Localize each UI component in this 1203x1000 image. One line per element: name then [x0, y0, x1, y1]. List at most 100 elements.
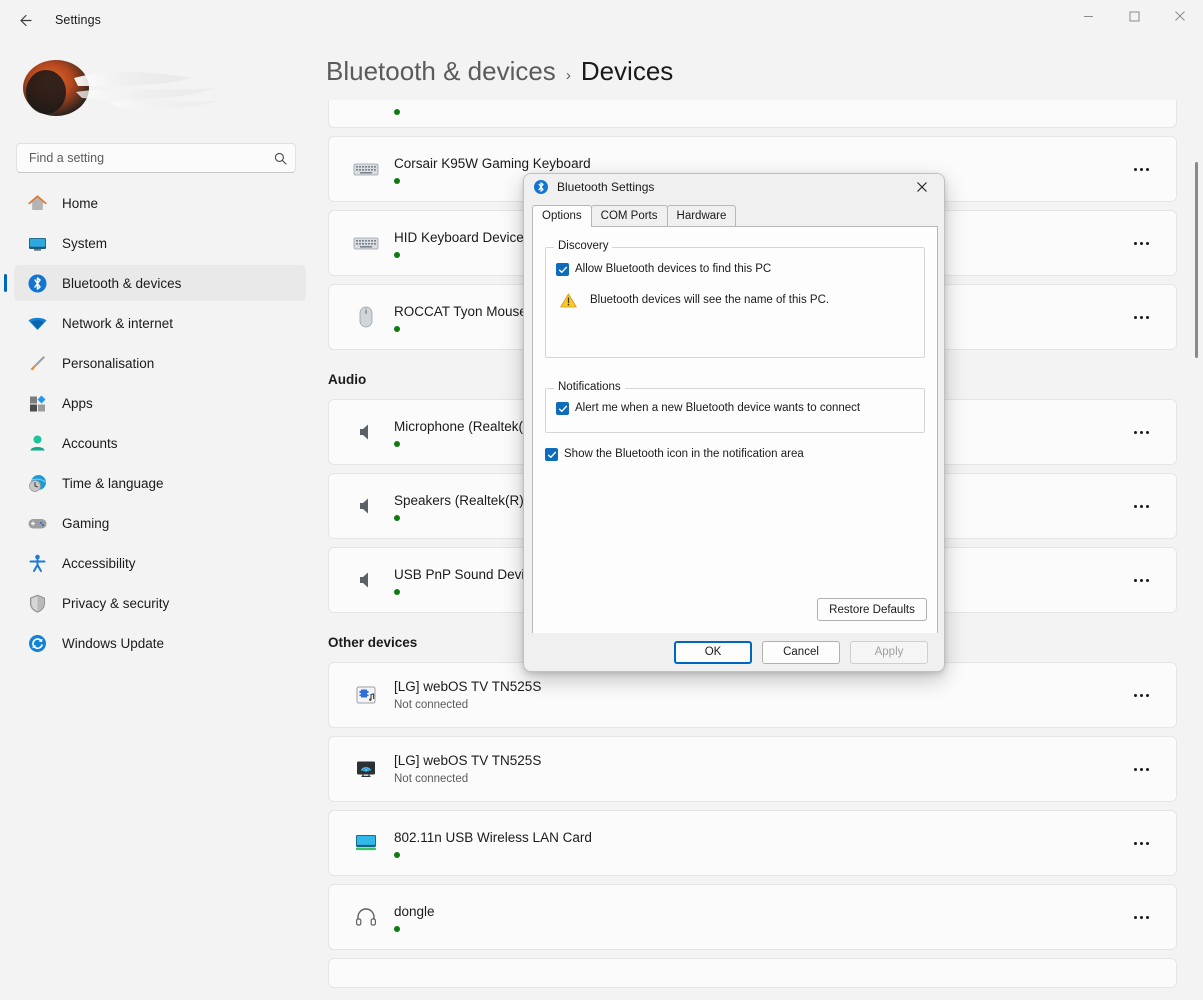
scrollbar-thumb[interactable] [1195, 162, 1198, 358]
checkbox-checked-icon[interactable] [556, 402, 569, 415]
sidebar-item-system[interactable]: System [14, 225, 306, 261]
sidebar: Home System [0, 40, 320, 1000]
status-dot-connected [394, 178, 400, 184]
sidebar-item-personalisation[interactable]: Personalisation [14, 345, 306, 381]
account-banner-art [16, 52, 246, 122]
sidebar-item-label: Personalisation [62, 356, 154, 371]
tab-com-ports[interactable]: COM Ports [591, 205, 668, 226]
device-more-options-button[interactable] [1124, 828, 1158, 858]
sidebar-item-network-and-internet[interactable]: Network & internet [14, 305, 306, 341]
ok-button[interactable]: OK [674, 641, 752, 664]
sidebar-item-accounts[interactable]: Accounts [14, 425, 306, 461]
headphones-icon [349, 906, 383, 928]
home-icon [26, 192, 48, 214]
sidebar-item-accessibility[interactable]: Accessibility [14, 545, 306, 581]
cancel-button[interactable]: Cancel [762, 641, 840, 664]
search-input[interactable] [29, 151, 274, 165]
minimize-button[interactable] [1065, 0, 1111, 32]
breadcrumb-parent[interactable]: Bluetooth & devices [326, 56, 556, 87]
sidebar-item-windows-update[interactable]: Windows Update [14, 625, 306, 661]
sidebar-item-label: Network & internet [62, 316, 173, 331]
show-bluetooth-icon-checkbox-row[interactable]: Show the Bluetooth icon in the notificat… [545, 447, 925, 462]
search-icon [274, 152, 287, 165]
restore-defaults-button[interactable]: Restore Defaults [817, 598, 927, 621]
back-arrow-icon [17, 12, 34, 29]
device-row-next-partial[interactable] [328, 958, 1177, 988]
wifi-icon [26, 312, 48, 334]
sidebar-item-label: Home [62, 196, 98, 211]
discovery-warning: Bluetooth devices will see the name of t… [556, 293, 914, 309]
sidebar-item-privacy-and-security[interactable]: Privacy & security [14, 585, 306, 621]
sidebar-item-bluetooth-and-devices[interactable]: Bluetooth & devices [14, 265, 306, 301]
speaker-icon [349, 569, 383, 591]
device-more-options-button[interactable] [1124, 754, 1158, 784]
allow-discovery-checkbox-row[interactable]: Allow Bluetooth devices to find this PC [556, 262, 914, 277]
dialog-close-button[interactable] [900, 174, 944, 200]
minimize-icon [1083, 11, 1094, 22]
search-box[interactable] [16, 143, 296, 173]
discovery-warning-text: Bluetooth devices will see the name of t… [590, 293, 829, 308]
device-name: [LG] webOS TV TN525S [394, 752, 1124, 769]
checkbox-checked-icon[interactable] [545, 448, 558, 461]
monitor-icon [26, 232, 48, 254]
back-button[interactable] [6, 4, 44, 36]
device-more-options-button[interactable] [1124, 680, 1158, 710]
tab-hardware[interactable]: Hardware [667, 205, 737, 226]
device-more-options-button[interactable] [1124, 491, 1158, 521]
bluetooth-settings-dialog: Bluetooth Settings Options COM Ports Har… [523, 173, 945, 672]
page-title: Devices [581, 56, 673, 87]
sidebar-item-label: Privacy & security [62, 596, 169, 611]
shield-icon [26, 592, 48, 614]
sidebar-item-label: Bluetooth & devices [62, 276, 181, 291]
device-more-options-button[interactable] [1124, 565, 1158, 595]
alert-new-device-checkbox-row[interactable]: Alert me when a new Bluetooth device wan… [556, 401, 914, 416]
status-dot-connected [394, 515, 400, 521]
sidebar-item-time-and-language[interactable]: Time & language [14, 465, 306, 501]
device-status: Not connected [394, 772, 1124, 786]
dialog-footer: OK Cancel Apply [524, 633, 945, 671]
device-row-wireless-lan-card[interactable]: 802.11n USB Wireless LAN Card [328, 810, 1177, 876]
accessibility-icon [26, 552, 48, 574]
clock-globe-icon [26, 472, 48, 494]
media-device-icon [349, 684, 383, 706]
sidebar-item-gaming[interactable]: Gaming [14, 505, 306, 541]
sidebar-item-label: Accounts [62, 436, 118, 451]
warning-icon [560, 293, 578, 309]
close-icon [916, 181, 928, 193]
sidebar-item-apps[interactable]: Apps [14, 385, 306, 421]
device-more-options-button[interactable] [1124, 302, 1158, 332]
keyboard-icon [349, 234, 383, 252]
device-more-options-button[interactable] [1124, 417, 1158, 447]
paintbrush-icon [26, 352, 48, 374]
device-status: Not connected [394, 698, 1124, 712]
device-more-options-button[interactable] [1124, 902, 1158, 932]
sidebar-item-label: Time & language [62, 476, 164, 491]
speaker-icon [349, 495, 383, 517]
sidebar-item-home[interactable]: Home [14, 185, 306, 221]
tab-panel-options: Discovery Allow Bluetooth devices to fin… [532, 226, 938, 634]
status-dot-connected [394, 589, 400, 595]
status-dot-connected [394, 852, 400, 858]
sidebar-item-label: Apps [62, 396, 93, 411]
alert-new-device-label: Alert me when a new Bluetooth device wan… [575, 401, 860, 416]
breadcrumb-separator-icon: › [566, 67, 571, 84]
tab-options[interactable]: Options [532, 205, 592, 227]
update-icon [26, 632, 48, 654]
device-more-options-button[interactable] [1124, 228, 1158, 258]
device-row-dongle[interactable]: dongle [328, 884, 1177, 950]
speaker-icon [349, 421, 383, 443]
main-scrollbar[interactable] [1195, 102, 1198, 982]
device-row-lg-webos-tv-cast[interactable]: [LG] webOS TV TN525S Not connected [328, 736, 1177, 802]
sidebar-item-label: Windows Update [62, 636, 164, 651]
device-more-options-button[interactable] [1124, 154, 1158, 184]
device-name: Corsair K95W Gaming Keyboard [394, 155, 1124, 172]
bluetooth-icon [533, 179, 549, 195]
device-info: 802.11n USB Wireless LAN Card [394, 829, 1124, 858]
status-dot-connected [394, 252, 400, 258]
show-bluetooth-icon-label: Show the Bluetooth icon in the notificat… [564, 447, 804, 462]
checkbox-checked-icon[interactable] [556, 263, 569, 276]
maximize-button[interactable] [1111, 0, 1157, 32]
device-row-partial[interactable] [328, 100, 1177, 128]
close-icon [1174, 10, 1186, 22]
close-button[interactable] [1157, 0, 1203, 32]
